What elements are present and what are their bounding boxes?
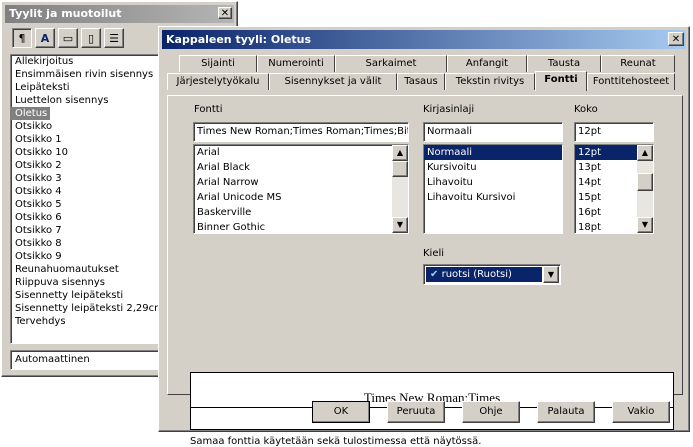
style-list-item[interactable]: Sisennetty leipäteksti bbox=[11, 289, 159, 302]
character-styles-icon[interactable]: A bbox=[35, 28, 55, 48]
scroll-thumb[interactable] bbox=[637, 173, 653, 191]
typeface-list-item[interactable]: Kursivoitu bbox=[424, 160, 562, 175]
typeface-list-item[interactable]: Lihavoitu bbox=[424, 175, 562, 190]
scroll-down-icon[interactable]: ▼ bbox=[392, 217, 408, 233]
close-icon[interactable]: ✕ bbox=[218, 7, 232, 19]
style-list-item[interactable]: Oletus bbox=[11, 107, 50, 120]
font-list-item[interactable]: Arial bbox=[194, 145, 408, 160]
typeface-list[interactable]: Normaali Kursivoitu Lihavoitu Lihavoitu Kur… bbox=[423, 144, 563, 234]
tab-tasaus[interactable]: Tasaus bbox=[397, 73, 445, 90]
size-label: Koko bbox=[574, 104, 598, 115]
typeface-list-item[interactable]: Normaali bbox=[424, 145, 562, 160]
typeface-input[interactable]: Normaali bbox=[423, 122, 563, 142]
style-list-item[interactable]: Sisennetty leipäteksti 2,29cm bbox=[11, 302, 159, 315]
dialog-title: Kappaleen tyyli: Oletus bbox=[166, 33, 312, 46]
spellcheck-icon: ✔ bbox=[430, 269, 439, 280]
style-list[interactable]: Allekirjoitus Ensimmäisen rivin sisennys L… bbox=[10, 54, 160, 344]
font-list-item[interactable]: Arial Narrow bbox=[194, 175, 408, 190]
list-styles-icon[interactable]: ☰ bbox=[104, 28, 124, 48]
stylist-title: Tyylit ja muotoilut bbox=[9, 7, 122, 20]
tab-tausta[interactable]: Tausta bbox=[527, 55, 601, 72]
frame-styles-icon[interactable]: ▭ bbox=[58, 28, 78, 48]
scroll-down-icon[interactable]: ▼ bbox=[637, 217, 653, 233]
size-list-scrollbar[interactable]: ▲ ▼ bbox=[637, 145, 653, 233]
chevron-down-icon[interactable]: ▼ bbox=[543, 266, 559, 283]
paragraph-styles-icon[interactable]: ¶ bbox=[12, 28, 32, 48]
ok-button[interactable]: OK bbox=[312, 401, 370, 423]
scroll-up-icon[interactable]: ▲ bbox=[637, 145, 653, 161]
style-list-item[interactable]: Otsikko 1 bbox=[11, 133, 159, 146]
tab-jarjestelytyokalu[interactable]: Järjestelytyökalu bbox=[167, 73, 269, 90]
typeface-label: Kirjasinlaji bbox=[423, 104, 474, 115]
style-list-item[interactable]: Otsikko 3 bbox=[11, 172, 159, 185]
language-label: Kieli bbox=[423, 248, 445, 259]
style-filter-select[interactable]: Automaattinen bbox=[10, 350, 160, 370]
tab-sijainti[interactable]: Sijainti bbox=[179, 55, 257, 72]
style-list-item[interactable]: Leipäteksti bbox=[11, 81, 159, 94]
font-note: Samaa fonttia käytetään sekä tulostimess… bbox=[190, 436, 482, 447]
font-list-item[interactable]: Baskerville bbox=[194, 205, 408, 220]
style-list-item[interactable]: Otsikko 2 bbox=[11, 159, 159, 172]
tab-fonttitehosteet[interactable]: Fonttitehosteet bbox=[587, 73, 675, 90]
style-list-item[interactable]: Riippuva sisennys bbox=[11, 276, 159, 289]
tab-sisennykset-ja-valit[interactable]: Sisennykset ja välit bbox=[269, 73, 397, 90]
style-list-item[interactable]: Otsikko 6 bbox=[11, 211, 159, 224]
language-value-text: ruotsi (Ruotsi) bbox=[441, 269, 512, 280]
language-value: ✔ ruotsi (Ruotsi) bbox=[426, 267, 542, 282]
tab-fontti[interactable]: Fontti bbox=[535, 71, 587, 91]
size-input[interactable]: 12pt bbox=[574, 122, 654, 142]
style-list-item[interactable]: Otsikko 7 bbox=[11, 224, 159, 237]
style-list-item[interactable]: Otsikko bbox=[11, 120, 159, 133]
standard-button[interactable]: Vakio bbox=[612, 401, 670, 423]
cancel-button[interactable]: Peruuta bbox=[387, 401, 445, 423]
help-button[interactable]: Ohje bbox=[462, 401, 520, 423]
typeface-list-item[interactable]: Lihavoitu Kursivoi bbox=[424, 190, 562, 205]
style-list-item[interactable]: Otsikko 9 bbox=[11, 250, 159, 263]
style-list-item[interactable]: Otsikko 10 bbox=[11, 146, 159, 159]
font-name-list[interactable]: Arial Arial Black Arial Narrow Arial Unicod… bbox=[193, 144, 409, 234]
font-list-item[interactable]: Arial Black bbox=[194, 160, 408, 175]
stylist-titlebar: Tyylit ja muotoilut ✕ bbox=[5, 5, 234, 23]
language-select[interactable]: ✔ ruotsi (Ruotsi) ▼ bbox=[423, 264, 561, 285]
style-list-item[interactable]: Otsikko 8 bbox=[11, 237, 159, 250]
size-list[interactable]: 12pt13pt14pt15pt16pt18pt20pt ▲ ▼ bbox=[574, 144, 654, 234]
font-list-item[interactable]: Arial Unicode MS bbox=[194, 190, 408, 205]
tab-anfangit[interactable]: Anfangit bbox=[447, 55, 527, 72]
font-list-item[interactable]: Binner Gothic bbox=[194, 220, 408, 233]
font-name-input[interactable]: Times New Roman;Times Roman;Times;Bitstr bbox=[193, 122, 409, 142]
style-list-item[interactable]: Reunahuomautukset bbox=[11, 263, 159, 276]
style-list-item[interactable]: Otsikko 5 bbox=[11, 198, 159, 211]
style-list-item[interactable]: Luettelon sisennys bbox=[11, 94, 159, 107]
style-list-item[interactable]: Otsikko 4 bbox=[11, 185, 159, 198]
paragraph-style-dialog: Kappaleen tyyli: Oletus ✕ Sijainti Numer… bbox=[158, 26, 690, 447]
typeface-label-text: Kirjasinlaji bbox=[423, 104, 475, 115]
dialog-titlebar: Kappaleen tyyli: Oletus ✕ bbox=[162, 30, 686, 49]
scroll-up-icon[interactable]: ▲ bbox=[392, 145, 408, 161]
reset-button[interactable]: Palauta bbox=[537, 401, 595, 423]
tab-sarkaimet[interactable]: Sarkaimet bbox=[335, 55, 447, 72]
style-list-item[interactable]: Allekirjoitus bbox=[11, 55, 159, 68]
tab-reunat[interactable]: Reunat bbox=[601, 55, 675, 72]
font-list-scrollbar[interactable]: ▲ ▼ bbox=[392, 145, 408, 233]
tab-numerointi[interactable]: Numerointi bbox=[257, 55, 335, 72]
style-list-item[interactable]: Tervehdys bbox=[11, 315, 159, 328]
font-label: Fontti bbox=[194, 104, 223, 115]
scroll-thumb[interactable] bbox=[392, 161, 408, 177]
style-list-item[interactable]: Ensimmäisen rivin sisennys bbox=[11, 68, 159, 81]
close-icon[interactable]: ✕ bbox=[668, 32, 684, 46]
tab-tekstin-rivitys[interactable]: Tekstin rivitys bbox=[445, 73, 535, 90]
page-styles-icon[interactable]: ▯ bbox=[81, 28, 101, 48]
font-tab-panel: Fontti Times New Roman;Times Roman;Times… bbox=[167, 95, 683, 447]
